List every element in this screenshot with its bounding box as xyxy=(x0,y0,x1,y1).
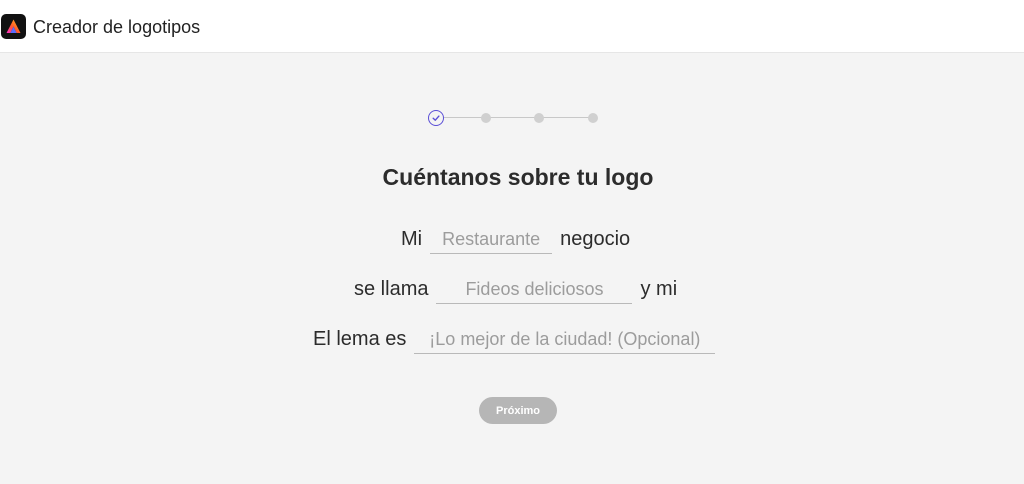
row1-suffix: negocio xyxy=(560,228,631,250)
step-3-dot xyxy=(534,113,544,123)
step-1-current-check-icon xyxy=(428,110,444,126)
app-title: Creador de logotipos xyxy=(33,17,201,37)
row2-suffix: y mi xyxy=(640,278,678,300)
form-heading: Cuéntanos sobre tu logo xyxy=(382,164,654,190)
stepper-connector xyxy=(543,117,589,118)
row1-prefix: Mi xyxy=(401,228,423,250)
stepper-connector xyxy=(490,117,535,118)
step-4-dot xyxy=(588,113,598,123)
stepper-connector xyxy=(444,117,482,118)
business-name-row: se llama y mi xyxy=(354,276,677,304)
next-button[interactable]: Próximo xyxy=(479,397,557,424)
business-type-row: Mi negocio xyxy=(401,226,630,254)
adobe-express-logo-icon[interactable] xyxy=(1,14,26,39)
progress-stepper xyxy=(426,108,602,128)
logo-glyph xyxy=(6,19,21,33)
row2-prefix: se llama xyxy=(354,278,429,300)
slogan-input[interactable] xyxy=(414,326,716,354)
business-name-input[interactable] xyxy=(436,276,633,304)
step-2-dot xyxy=(481,113,491,123)
top-bar: Creador de logotipos xyxy=(0,0,1024,53)
business-type-input[interactable] xyxy=(430,226,553,254)
slogan-row: El lema es xyxy=(313,326,716,354)
row3-prefix: El lema es xyxy=(313,328,407,350)
